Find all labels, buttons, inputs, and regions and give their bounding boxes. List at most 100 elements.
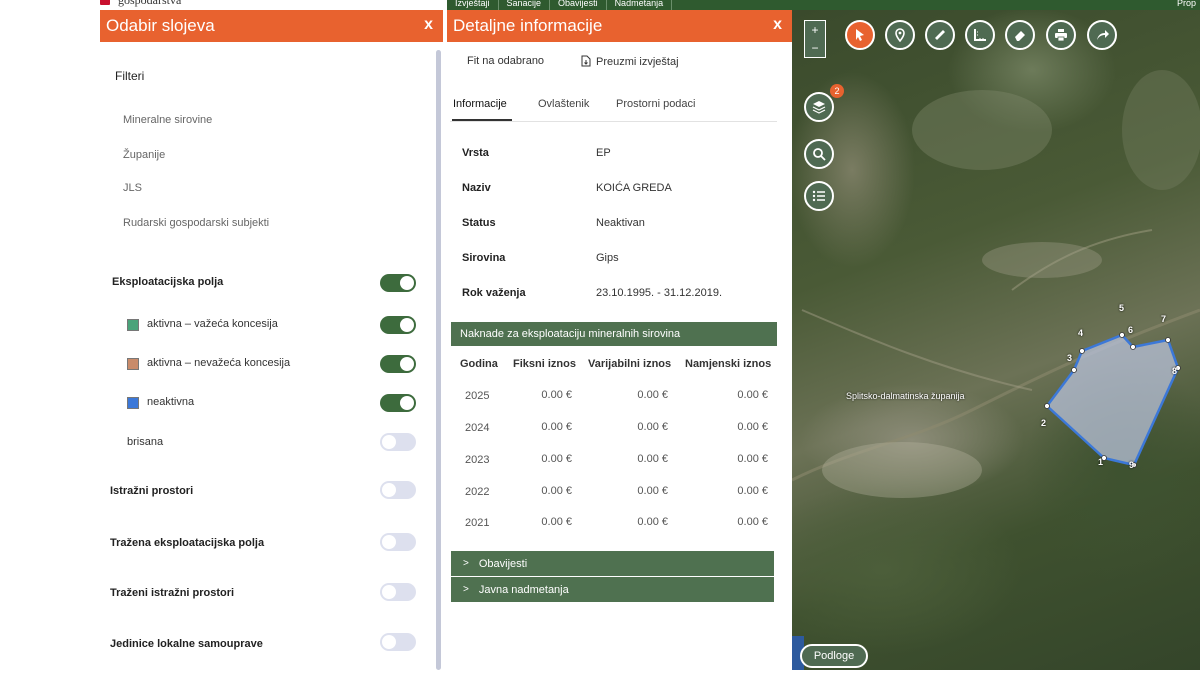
basemaps-button[interactable]: Podloge bbox=[800, 644, 868, 668]
download-report-label: Preuzmi izvještaj bbox=[596, 56, 679, 68]
accordion-javna-nadmetanja-label: Javna nadmetanja bbox=[478, 583, 569, 596]
toggle-trazeni-istrazni-prostori[interactable] bbox=[380, 583, 416, 601]
nav-item-izvjestaji[interactable]: Izvještaji bbox=[447, 0, 499, 10]
tab-informacije[interactable]: Informacije bbox=[453, 98, 507, 110]
toggle-knob bbox=[382, 585, 396, 599]
fees-cell-year: 2025 bbox=[465, 390, 490, 402]
toggle-aktivna-vazeca[interactable] bbox=[380, 316, 416, 334]
terrain-patch bbox=[982, 242, 1102, 278]
layers-button[interactable] bbox=[804, 92, 834, 122]
logo-icon bbox=[100, 0, 110, 5]
nav-item-profile[interactable]: Prop bbox=[1177, 0, 1196, 8]
layer-group-eksploatacijska-polja: Eksploatacijska polja bbox=[112, 276, 224, 288]
fees-header-varijabilni: Varijabilni iznos bbox=[588, 358, 672, 370]
vertex-label-2: 2 bbox=[1041, 418, 1047, 428]
fees-cell-variable: 0.00 € bbox=[637, 389, 668, 401]
toggle-neaktivna[interactable] bbox=[380, 394, 416, 412]
fees-cell-year: 2023 bbox=[465, 454, 490, 466]
logo-text: gospodarstva bbox=[118, 0, 182, 7]
active-tab-indicator bbox=[452, 119, 512, 121]
legend-swatch-neaktivna bbox=[127, 397, 139, 409]
toggle-jedinice-lokalne-samouprave[interactable] bbox=[380, 633, 416, 651]
ruler-icon bbox=[935, 30, 945, 40]
map-overlay bbox=[792, 70, 1200, 498]
toggle-brisana[interactable] bbox=[380, 433, 416, 451]
fees-header-godina: Godina bbox=[460, 358, 498, 370]
toggle-knob bbox=[400, 276, 414, 290]
search-map-button[interactable] bbox=[804, 139, 834, 169]
vertex-label-9: 9 bbox=[1129, 460, 1135, 470]
nav-item-nadmetanja[interactable]: Nadmetanja bbox=[607, 0, 673, 10]
info-value-sirovina: Gips bbox=[596, 252, 619, 264]
fees-cell-fixed: 0.00 € bbox=[541, 485, 572, 497]
legend-button[interactable] bbox=[804, 181, 834, 211]
fees-cell-variable: 0.00 € bbox=[637, 453, 668, 465]
fees-cell-dedicated: 0.00 € bbox=[737, 485, 768, 497]
fees-cell-fixed: 0.00 € bbox=[541, 453, 572, 465]
zoom-out-button[interactable]: − bbox=[805, 39, 825, 57]
download-report-button[interactable]: Preuzmi izvještaj bbox=[581, 55, 679, 68]
terrain-patch bbox=[822, 442, 982, 498]
terrain-patch bbox=[1122, 70, 1200, 190]
terrain-patch bbox=[912, 90, 1052, 170]
accordion-obavijesti-label: Obavijesti bbox=[478, 557, 528, 570]
info-value-naziv: KOIĆA GREDA bbox=[596, 182, 672, 194]
fit-to-selection-button[interactable]: Fit na odabrano bbox=[467, 55, 544, 67]
layers-count-badge: 2 bbox=[830, 84, 844, 98]
layers-panel-close-button[interactable]: x bbox=[424, 16, 433, 34]
filter-rudarski-subjekti[interactable]: Rudarski gospodarski subjekti bbox=[123, 217, 269, 229]
zoom-in-button[interactable]: + bbox=[805, 21, 825, 39]
legend-swatch-aktivna-vazeca bbox=[127, 319, 139, 331]
filter-mineralne-sirovine[interactable]: Mineralne sirovine bbox=[123, 114, 212, 126]
accordion-javna-nadmetanja[interactable]: > Javna nadmetanja bbox=[451, 577, 774, 602]
print-button[interactable] bbox=[1046, 20, 1076, 50]
printer-icon bbox=[1055, 29, 1067, 42]
tab-ovlastenik[interactable]: Ovlaštenik bbox=[538, 98, 589, 110]
toggle-knob bbox=[400, 318, 414, 332]
layer-trazena-eksploatacijska-polja: Tražena eksploatacijska polja bbox=[110, 537, 265, 549]
fees-cell-fixed: 0.00 € bbox=[541, 421, 572, 433]
legend-swatch-aktivna-nevazeca bbox=[127, 358, 139, 370]
select-tool-button[interactable] bbox=[845, 20, 875, 50]
fees-section-header: Naknade za eksploataciju mineralnih siro… bbox=[451, 322, 777, 346]
toggle-eksploatacijska-polja[interactable] bbox=[380, 274, 416, 292]
list-icon bbox=[812, 190, 825, 202]
fees-cell-fixed: 0.00 € bbox=[541, 516, 572, 528]
vertex-point bbox=[1071, 367, 1077, 373]
vertex-label-8: 8 bbox=[1172, 366, 1178, 376]
clear-drawings-button[interactable] bbox=[1005, 20, 1035, 50]
map-pin-icon bbox=[895, 28, 905, 42]
layers-panel-scrollbar[interactable] bbox=[436, 50, 441, 670]
vertex-label-5: 5 bbox=[1119, 303, 1125, 313]
search-icon bbox=[813, 148, 826, 161]
nav-item-sanacije[interactable]: Sanacije bbox=[499, 0, 551, 10]
fees-header-namjenski: Namjenski iznos bbox=[685, 358, 772, 370]
toggle-aktivna-nevazeca[interactable] bbox=[380, 355, 416, 373]
nav-item-obavijesti[interactable]: Obavijesti bbox=[550, 0, 607, 10]
map-view[interactable] bbox=[792, 10, 1200, 670]
accordion-obavijesti[interactable]: > Obavijesti bbox=[451, 551, 774, 576]
filter-zupanije[interactable]: Županije bbox=[123, 149, 165, 161]
vertex-label-3: 3 bbox=[1067, 353, 1073, 363]
fees-cell-variable: 0.00 € bbox=[637, 485, 668, 497]
filter-jls[interactable]: JLS bbox=[123, 182, 142, 194]
toggle-istrazni-prostori[interactable] bbox=[380, 481, 416, 499]
layers-icon bbox=[812, 101, 826, 114]
fees-cell-year: 2024 bbox=[465, 422, 490, 434]
vertex-label-7: 7 bbox=[1161, 314, 1167, 324]
info-label-sirovina: Sirovina bbox=[462, 252, 506, 264]
tab-prostorni-podaci[interactable]: Prostorni podaci bbox=[616, 98, 696, 110]
details-panel-close-button[interactable]: x bbox=[773, 16, 782, 34]
info-label-rok-vazenja: Rok važenja bbox=[462, 287, 526, 299]
location-tool-button[interactable] bbox=[885, 20, 915, 50]
fees-cell-dedicated: 0.00 € bbox=[737, 453, 768, 465]
toggle-trazena-eksploatacijska-polja[interactable] bbox=[380, 533, 416, 551]
info-value-vrsta: EP bbox=[596, 147, 611, 159]
layer-istrazni-prostori: Istražni prostori bbox=[110, 485, 194, 497]
measure-distance-button[interactable] bbox=[925, 20, 955, 50]
fees-cell-year: 2022 bbox=[465, 486, 490, 498]
details-panel-title: Detaljne informacije bbox=[453, 16, 603, 35]
layers-panel-title: Odabir slojeva bbox=[106, 16, 215, 35]
measure-area-button[interactable] bbox=[965, 20, 995, 50]
share-button[interactable] bbox=[1087, 20, 1117, 50]
